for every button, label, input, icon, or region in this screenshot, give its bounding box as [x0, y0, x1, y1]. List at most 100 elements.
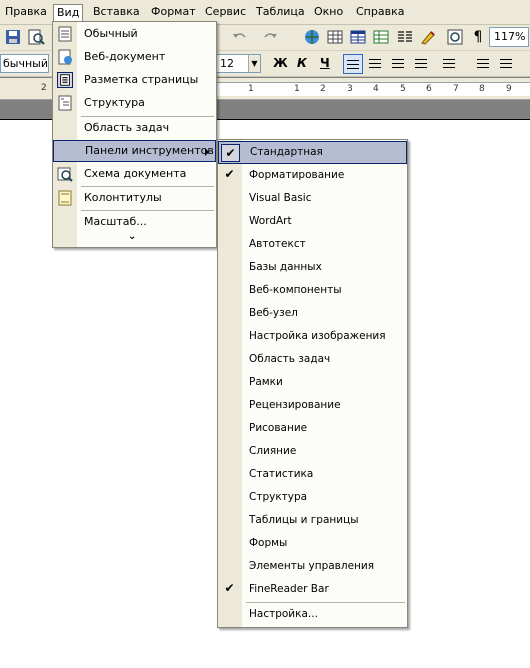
align-left-button[interactable] [343, 54, 363, 74]
menu-item-label: Веб-документ [84, 50, 166, 63]
submenu-item-web-tools[interactable]: Веб-компоненты [218, 279, 407, 302]
bold-button[interactable]: Ж [273, 56, 288, 70]
menu-item-normal[interactable]: Обычный [53, 23, 216, 45]
chevron-down-icon[interactable]: ▼ [248, 55, 260, 72]
document-map-icon[interactable] [446, 28, 464, 46]
submenu-item-label: Настройка... [249, 608, 318, 620]
menu-item-toolbars[interactable]: Панели инструментов [53, 140, 216, 162]
italic-button[interactable]: К [297, 56, 307, 70]
drawing-icon[interactable] [419, 28, 437, 46]
save-icon[interactable] [4, 28, 22, 46]
submenu-item-forms[interactable]: Формы [218, 532, 407, 555]
submenu-item-label: Форматирование [249, 169, 345, 181]
submenu-item-customize[interactable]: Настройка... [218, 603, 407, 626]
submenu-item-finereader-bar[interactable]: ✔ FineReader Bar [218, 578, 407, 601]
ruler-mark: 9 [506, 84, 512, 94]
submenu-item-mail-merge[interactable]: Слияние [218, 440, 407, 463]
expand-menu-icon[interactable]: ⌄ [128, 231, 136, 242]
insert-table-icon[interactable] [349, 28, 367, 46]
menu-window[interactable]: Окно [311, 4, 346, 22]
submenu-item-task-pane[interactable]: Область задач [218, 348, 407, 371]
menu-item-web-layout[interactable]: Веб-документ [53, 46, 216, 68]
submenu-item-label: Слияние [249, 445, 297, 457]
submenu-item-picture[interactable]: Настройка изображения [218, 325, 407, 348]
numbering-button[interactable] [474, 54, 494, 74]
zoom-field[interactable]: 117% [489, 27, 529, 47]
ruler-track[interactable]: 1 1 2 3 4 5 6 7 8 9 [216, 82, 530, 96]
submenu-item-control-toolbox[interactable]: Элементы управления [218, 555, 407, 578]
bullets-icon [500, 59, 512, 68]
submenu-item-label: Рисование [249, 422, 308, 434]
submenu-item-reviewing[interactable]: Рецензирование [218, 394, 407, 417]
font-size-field[interactable]: 12 ▼ [216, 54, 261, 73]
submenu-item-web[interactable]: Веб-узел [218, 302, 407, 325]
menu-item-header-footer[interactable]: Колонтитулы [53, 187, 216, 209]
font-size-value: 12 [220, 57, 234, 70]
submenu-item-drawing[interactable]: Рисование [218, 417, 407, 440]
submenu-item-visual-basic[interactable]: Visual Basic [218, 187, 407, 210]
menu-help[interactable]: Справка [353, 4, 407, 22]
style-field[interactable]: бычный [0, 54, 49, 73]
ruler-mark: 5 [400, 84, 406, 94]
menu-edit[interactable]: Правка [2, 4, 50, 22]
submenu-item-label: Рамки [249, 376, 283, 388]
submenu-item-word-count[interactable]: Статистика [218, 463, 407, 486]
insert-excel-icon[interactable] [372, 28, 390, 46]
ruler-mark: 4 [373, 84, 379, 94]
ruler-mark: 6 [426, 84, 432, 94]
submenu-item-standard[interactable]: ✔ Стандартная [218, 141, 407, 164]
line-spacing-button[interactable] [440, 54, 460, 74]
align-center-button[interactable] [366, 54, 386, 74]
undo-icon[interactable] [231, 28, 249, 46]
header-footer-icon [58, 190, 72, 206]
menu-tools[interactable]: Сервис [202, 4, 249, 22]
menu-item-zoom[interactable]: Масштаб... [53, 211, 216, 233]
submenu-item-frames[interactable]: Рамки [218, 371, 407, 394]
print-layout-icon [57, 72, 73, 88]
checkmark-icon: ✔ [224, 167, 235, 181]
toolbars-submenu: ✔ Стандартная ✔ Форматирование Visual Ba… [217, 139, 408, 628]
menu-insert[interactable]: Вставка [90, 4, 143, 22]
menu-item-task-pane[interactable]: Область задач [53, 117, 216, 139]
ruler-mark: 1 [248, 84, 254, 94]
menu-item-print-layout[interactable]: Разметка страницы [53, 69, 216, 91]
menu-item-outline[interactable]: Структура [53, 92, 216, 114]
menu-item-document-map[interactable]: Схема документа [53, 163, 216, 185]
outline-view-icon [58, 95, 72, 111]
ruler-mark: 7 [453, 84, 459, 94]
underline-button[interactable]: Ч [320, 56, 330, 70]
bullets-button[interactable] [497, 54, 517, 74]
columns-icon[interactable] [396, 28, 414, 46]
submenu-item-label: Статистика [249, 468, 314, 480]
menu-item-label: Масштаб... [84, 215, 147, 228]
submenu-item-autotext[interactable]: Автотекст [218, 233, 407, 256]
justify-button[interactable] [412, 54, 432, 74]
submenu-item-outlining[interactable]: Структура [218, 486, 407, 509]
document-map-icon [57, 167, 73, 182]
checkmark-icon: ✔ [224, 581, 235, 595]
menu-format[interactable]: Формат [148, 4, 199, 22]
web-layout-icon [58, 49, 72, 65]
pilcrow-icon[interactable]: ¶ [469, 28, 487, 46]
numbering-icon [477, 59, 489, 68]
ruler-mark: 1 [294, 84, 300, 94]
align-right-button[interactable] [389, 54, 409, 74]
align-left-icon [347, 60, 359, 69]
menu-view[interactable]: Вид [53, 4, 84, 22]
submenu-item-label: Веб-компоненты [249, 284, 342, 296]
menu-item-label: Структура [84, 96, 145, 109]
print-preview-icon[interactable] [27, 28, 45, 46]
submenu-item-label: Рецензирование [249, 399, 341, 411]
submenu-item-wordart[interactable]: WordArt [218, 210, 407, 233]
redo-icon[interactable] [261, 28, 279, 46]
submenu-item-tables-borders[interactable]: Таблицы и границы [218, 509, 407, 532]
align-center-icon [369, 59, 381, 68]
hyperlink-icon[interactable] [303, 28, 321, 46]
submenu-item-label: Формы [249, 537, 288, 549]
submenu-item-database[interactable]: Базы данных [218, 256, 407, 279]
menu-table[interactable]: Таблица [253, 4, 308, 22]
submenu-item-formatting[interactable]: ✔ Форматирование [218, 164, 407, 187]
submenu-item-label: Базы данных [249, 261, 322, 273]
tables-borders-icon[interactable] [326, 28, 344, 46]
submenu-item-label: FineReader Bar [249, 583, 329, 595]
